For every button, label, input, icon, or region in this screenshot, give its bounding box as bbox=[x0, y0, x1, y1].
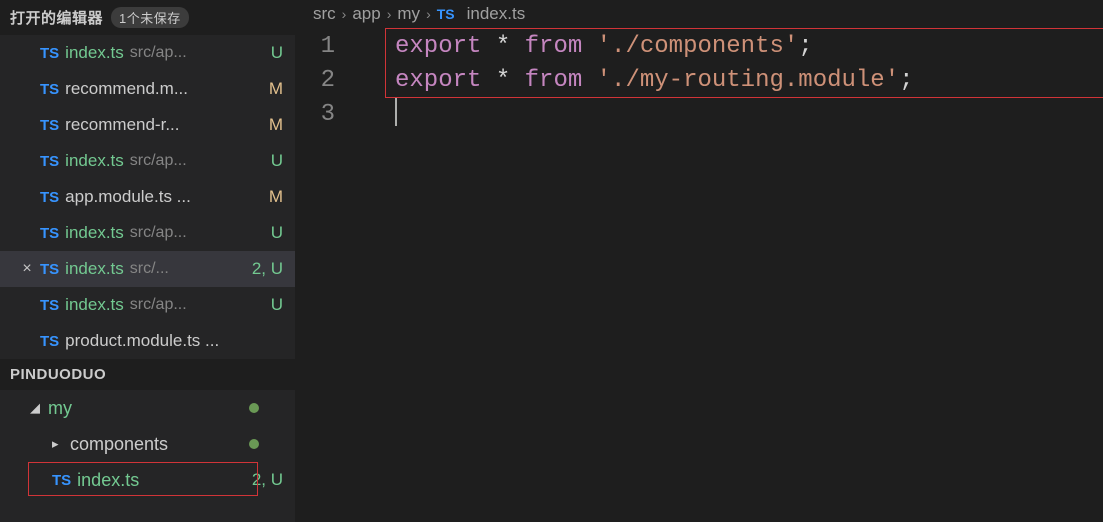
ts-file-icon: TS bbox=[40, 81, 59, 98]
open-editor-item[interactable]: TS product.module.ts ... bbox=[0, 323, 295, 359]
file-name: recommend.m... bbox=[65, 79, 188, 99]
ts-file-icon: TS bbox=[40, 333, 59, 350]
status-dot-icon bbox=[249, 439, 259, 449]
sidebar: 打开的编辑器 1个未保存 TS index.ts src/ap... U TS recom… bbox=[0, 0, 295, 522]
line-number-gutter: 123 bbox=[295, 30, 355, 132]
ts-file-icon: TS bbox=[40, 153, 59, 170]
open-editor-item[interactable]: TS index.ts src/ap... U bbox=[0, 35, 295, 71]
explorer-header[interactable]: PINDUODUO bbox=[0, 359, 295, 390]
close-icon[interactable]: × bbox=[18, 260, 36, 278]
code-line[interactable]: export * from './my-routing.module'; bbox=[395, 64, 1103, 98]
open-editors-list: TS index.ts src/ap... U TS recommend.m... M TS r… bbox=[0, 35, 295, 359]
file-name: app.module.ts ... bbox=[65, 187, 191, 207]
line-number: 2 bbox=[295, 64, 335, 98]
ts-file-icon: TS bbox=[52, 472, 71, 489]
folder-name: components bbox=[70, 434, 168, 455]
open-editor-item[interactable]: TS recommend.m... M bbox=[0, 71, 295, 107]
file-name: index.ts bbox=[65, 259, 124, 279]
ts-file-icon: TS bbox=[437, 6, 455, 22]
file-name: recommend-r... bbox=[65, 115, 179, 135]
file-name: index.ts bbox=[65, 223, 124, 243]
vcs-status-badge: U bbox=[271, 151, 283, 171]
open-editor-item[interactable]: TS index.ts src/ap... U bbox=[0, 215, 295, 251]
file-name: product.module.ts ... bbox=[65, 331, 219, 351]
open-editor-item[interactable]: TS recommend-r... M bbox=[0, 107, 295, 143]
code-line[interactable]: export * from './components'; bbox=[395, 30, 1103, 64]
ts-file-icon: TS bbox=[40, 261, 59, 278]
breadcrumb-part[interactable]: src bbox=[313, 4, 336, 24]
ts-file-icon: TS bbox=[40, 117, 59, 134]
chevron-right-icon: › bbox=[342, 6, 347, 22]
file-path: src/ap... bbox=[130, 44, 187, 62]
breadcrumb-part[interactable]: my bbox=[397, 4, 420, 24]
file-path: src/ap... bbox=[130, 296, 187, 314]
chevron-right-icon: › bbox=[426, 6, 431, 22]
explorer-tree: ◢my▸componentsTSindex.ts2, U bbox=[0, 390, 295, 498]
file-path: src/ap... bbox=[130, 152, 187, 170]
file-path: src/ap... bbox=[130, 224, 187, 242]
chevron-right-icon: › bbox=[387, 6, 392, 22]
file-name: index.ts bbox=[65, 43, 124, 63]
ts-file-icon: TS bbox=[40, 189, 59, 206]
vcs-status-badge: M bbox=[269, 187, 283, 207]
vcs-status-badge: U bbox=[271, 43, 283, 63]
vcs-status-badge: M bbox=[269, 79, 283, 99]
breadcrumb-file[interactable]: index.ts bbox=[467, 4, 526, 24]
unsaved-badge: 1个未保存 bbox=[111, 7, 189, 28]
breadcrumb-part[interactable]: app bbox=[352, 4, 380, 24]
file-name: index.ts bbox=[65, 295, 124, 315]
file-path: src/... bbox=[130, 260, 169, 278]
vcs-status-badge: U bbox=[271, 295, 283, 315]
file-name: index.ts bbox=[65, 151, 124, 171]
editor-area: src › app › my › TS index.ts 123 export … bbox=[295, 0, 1103, 522]
code-lines[interactable]: export * from './components';export * fr… bbox=[395, 30, 1103, 132]
ts-file-icon: TS bbox=[40, 225, 59, 242]
chevron-down-icon[interactable]: ◢ bbox=[30, 400, 44, 416]
ts-file-icon: TS bbox=[40, 297, 59, 314]
open-editor-item[interactable]: ×TS index.ts src/... 2, U bbox=[0, 251, 295, 287]
open-editor-item[interactable]: TS index.ts src/ap... U bbox=[0, 143, 295, 179]
chevron-right-icon[interactable]: ▸ bbox=[52, 436, 66, 452]
code-line[interactable] bbox=[395, 98, 1103, 132]
open-editors-header[interactable]: 打开的编辑器 1个未保存 bbox=[0, 0, 295, 35]
explorer-title: PINDUODUO bbox=[10, 366, 106, 383]
open-editor-item[interactable]: TS index.ts src/ap... U bbox=[0, 287, 295, 323]
text-cursor bbox=[395, 98, 397, 126]
status-dot-icon bbox=[249, 403, 259, 413]
vcs-status-badge: 2, U bbox=[252, 259, 283, 279]
line-number: 1 bbox=[295, 30, 335, 64]
tree-folder[interactable]: ▸components bbox=[0, 426, 295, 462]
line-number: 3 bbox=[295, 98, 335, 132]
vcs-status-badge: U bbox=[271, 223, 283, 243]
ts-file-icon: TS bbox=[40, 45, 59, 62]
open-editors-title: 打开的编辑器 bbox=[10, 7, 103, 28]
tree-folder[interactable]: ◢my bbox=[0, 390, 295, 426]
file-name: index.ts bbox=[77, 470, 139, 491]
breadcrumb[interactable]: src › app › my › TS index.ts bbox=[295, 0, 1103, 28]
code-area[interactable]: 123 export * from './components';export … bbox=[295, 28, 1103, 522]
vcs-status-badge: 2, U bbox=[252, 470, 283, 490]
vcs-status-badge: M bbox=[269, 115, 283, 135]
tree-file[interactable]: TS index.ts 2, U bbox=[0, 462, 295, 498]
folder-name: my bbox=[48, 398, 72, 419]
open-editor-item[interactable]: TS app.module.ts ... M bbox=[0, 179, 295, 215]
